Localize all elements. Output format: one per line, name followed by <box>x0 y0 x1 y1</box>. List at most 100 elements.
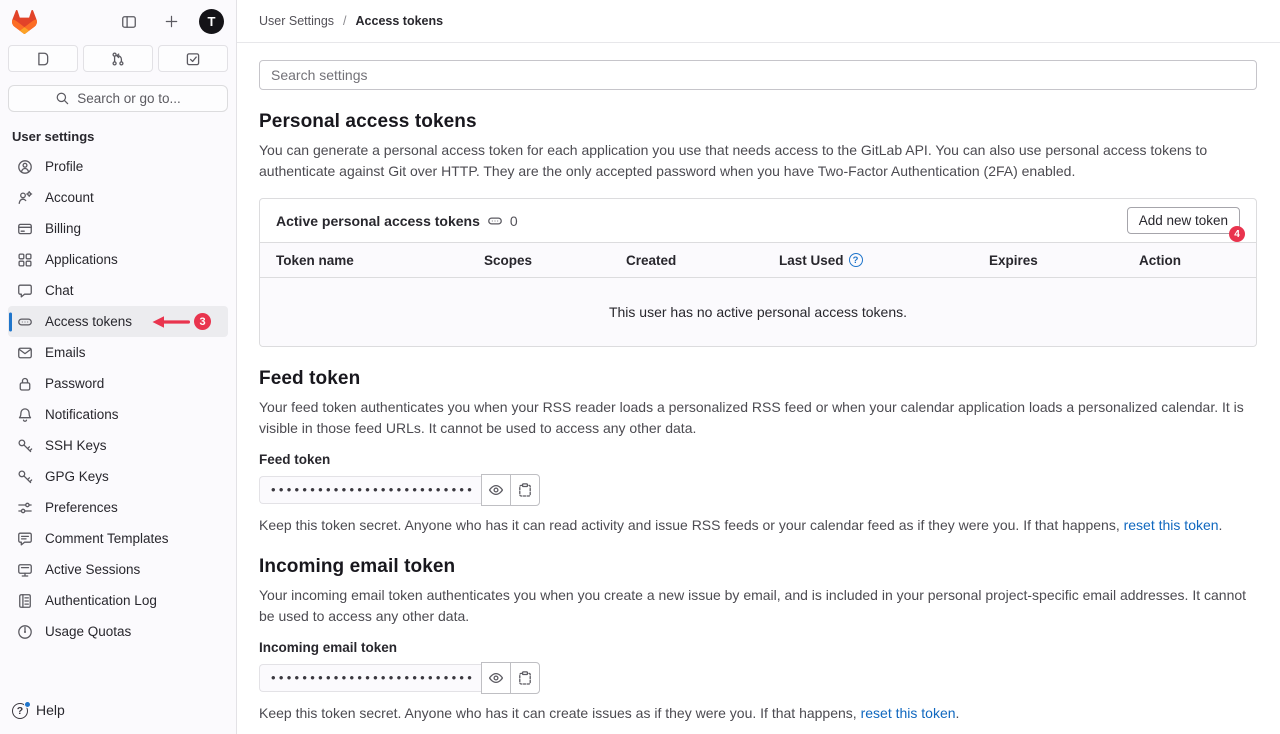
billing-icon <box>17 221 33 237</box>
copy-incoming-token-button[interactable] <box>510 662 540 694</box>
sliders-icon <box>17 500 33 516</box>
key-icon <box>17 469 33 485</box>
sidebar-item-label: SSH Keys <box>45 438 107 453</box>
bell-icon <box>17 407 33 423</box>
search-or-go-to[interactable]: Search or go to... <box>8 85 228 112</box>
avatar[interactable]: T <box>199 9 224 34</box>
active-tokens-card: Active personal access tokens 0 Add new … <box>259 198 1257 347</box>
help-button[interactable]: Help <box>0 688 236 734</box>
breadcrumb-user-settings[interactable]: User Settings <box>259 14 334 28</box>
email-icon <box>17 345 33 361</box>
reveal-incoming-token-button[interactable] <box>481 662 511 694</box>
annotation-arrow-3: 3 <box>151 313 211 330</box>
merge-requests-button[interactable] <box>83 45 153 72</box>
copy-icon <box>517 482 533 498</box>
col-created: Created <box>626 253 779 268</box>
token-icon <box>487 213 503 229</box>
issues-icon <box>35 51 51 67</box>
sidebar-item-label: Access tokens <box>45 314 132 329</box>
breadcrumb-access-tokens: Access tokens <box>356 14 444 28</box>
key-icon <box>17 438 33 454</box>
sidebar-shortcuts <box>8 45 228 72</box>
red-arrow-icon <box>151 314 191 330</box>
tokens-table-header: Token name Scopes Created Last Used Expi… <box>260 243 1256 278</box>
sidebar-item-label: Emails <box>45 345 86 360</box>
col-expires: Expires <box>989 253 1139 268</box>
question-icon[interactable] <box>849 253 863 267</box>
help-icon <box>12 701 30 719</box>
personal-access-tokens-heading: Personal access tokens <box>259 111 1257 133</box>
sidebar-item-preferences[interactable]: Preferences <box>8 492 228 523</box>
active-indicator <box>9 312 12 331</box>
incoming-token-masked-input[interactable]: •••••••••••••••••••••••••• <box>259 664 481 692</box>
feed-token-label: Feed token <box>259 452 1257 467</box>
feed-token-field-group: •••••••••••••••••••••••••• <box>259 474 1257 506</box>
sidebar-item-label: Applications <box>45 252 118 267</box>
eye-icon <box>488 670 504 686</box>
applications-icon <box>17 252 33 268</box>
incoming-token-secret-note: Keep this token secret. Anyone who has i… <box>259 703 1257 723</box>
sidebar-item-ssh-keys[interactable]: SSH Keys <box>8 430 228 461</box>
incoming-email-token-description: Your incoming email token authenticates … <box>259 585 1257 626</box>
incoming-email-token-label: Incoming email token <box>259 640 1257 655</box>
sidebar-item-comment-templates[interactable]: Comment Templates <box>8 523 228 554</box>
copy-icon <box>517 670 533 686</box>
reveal-feed-token-button[interactable] <box>481 474 511 506</box>
sidebar-section-title: User settings <box>12 129 224 144</box>
col-last-used: Last Used <box>779 253 989 268</box>
issues-button[interactable] <box>8 45 78 72</box>
reset-feed-token-link[interactable]: reset this token <box>1124 517 1219 533</box>
sidebar-item-profile[interactable]: Profile <box>8 151 228 182</box>
annotation-badge-4: 4 <box>1229 226 1245 242</box>
col-token-name: Token name <box>276 253 484 268</box>
sidebar-toggle-icon[interactable] <box>115 8 143 36</box>
copy-feed-token-button[interactable] <box>510 474 540 506</box>
sidebar-item-label: Comment Templates <box>45 531 169 546</box>
sidebar-item-account[interactable]: Account <box>8 182 228 213</box>
sidebar-item-authentication-log[interactable]: Authentication Log <box>8 585 228 616</box>
todos-button[interactable] <box>158 45 228 72</box>
card-title-text: Active personal access tokens <box>276 213 480 229</box>
chat-icon <box>17 283 33 299</box>
add-new-token-button[interactable]: Add new token 4 <box>1127 207 1240 234</box>
feed-token-description: Your feed token authenticates you when y… <box>259 397 1257 438</box>
search-settings-input[interactable] <box>259 60 1257 90</box>
help-label: Help <box>36 702 65 718</box>
sidebar-item-chat[interactable]: Chat <box>8 275 228 306</box>
feed-token-heading: Feed token <box>259 368 1257 390</box>
token-icon <box>17 314 33 330</box>
sidebar-item-label: Active Sessions <box>45 562 140 577</box>
sidebar-item-access-tokens[interactable]: Access tokens 3 <box>8 306 228 337</box>
comment-lines-icon <box>17 531 33 547</box>
sidebar-item-notifications[interactable]: Notifications <box>8 399 228 430</box>
card-header: Active personal access tokens 0 Add new … <box>260 199 1256 243</box>
plus-icon[interactable] <box>157 8 185 36</box>
incoming-token-field-group: •••••••••••••••••••••••••• <box>259 662 1257 694</box>
sidebar-item-usage-quotas[interactable]: Usage Quotas <box>8 616 228 647</box>
sidebar-item-billing[interactable]: Billing <box>8 213 228 244</box>
sidebar-item-active-sessions[interactable]: Active Sessions <box>8 554 228 585</box>
sidebar-item-label: GPG Keys <box>45 469 109 484</box>
incoming-email-token-heading: Incoming email token <box>259 556 1257 578</box>
sidebar-item-label: Profile <box>45 159 83 174</box>
sidebar-topbar: T <box>0 0 236 43</box>
sidebar-item-applications[interactable]: Applications <box>8 244 228 275</box>
profile-icon <box>17 159 33 175</box>
account-icon <box>17 190 33 206</box>
sidebar-item-password[interactable]: Password <box>8 368 228 399</box>
sidebar-item-emails[interactable]: Emails <box>8 337 228 368</box>
col-action: Action <box>1139 253 1240 268</box>
settings-content: Personal access tokens You can generate … <box>237 43 1280 723</box>
sidebar-item-label: Password <box>45 376 104 391</box>
sidebar-item-gpg-keys[interactable]: GPG Keys <box>8 461 228 492</box>
token-count: 0 <box>510 213 518 229</box>
reset-incoming-token-link[interactable]: reset this token <box>861 705 956 721</box>
feed-token-masked-input[interactable]: •••••••••••••••••••••••••• <box>259 476 481 504</box>
notification-dot <box>24 701 31 708</box>
sidebar-item-label: Notifications <box>45 407 119 422</box>
eye-icon <box>488 482 504 498</box>
breadcrumb-separator: / <box>343 14 346 28</box>
annotation-badge-3: 3 <box>194 313 211 330</box>
gitlab-logo[interactable] <box>12 10 37 34</box>
sidebar-nav: Profile Account Billing Applications Cha… <box>0 151 236 647</box>
